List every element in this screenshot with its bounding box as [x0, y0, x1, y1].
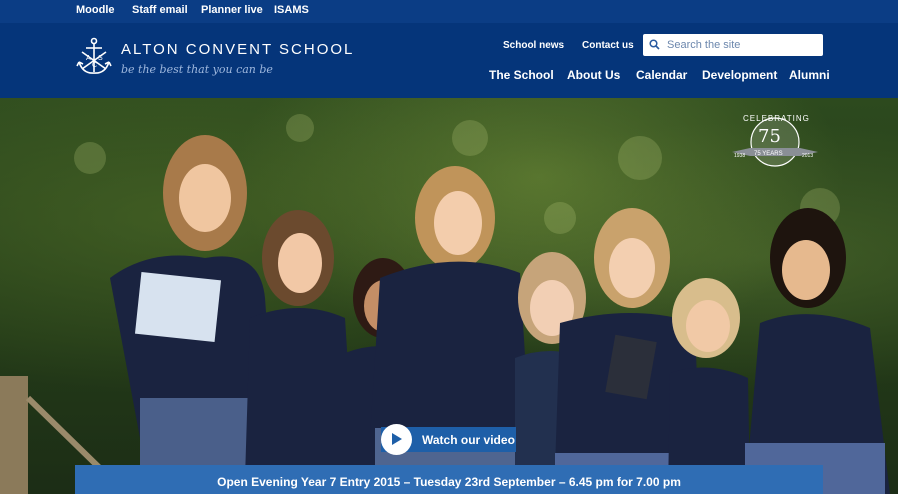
- watch-video-button[interactable]: Watch our video: [381, 424, 516, 455]
- badge-year-end: 2013: [802, 153, 814, 159]
- isams-link[interactable]: ISAMS: [274, 4, 309, 16]
- school-news-link[interactable]: School news: [503, 40, 564, 51]
- school-logo[interactable]: A S C ALTON CONVENT SCHOOL be the best t…: [75, 36, 355, 86]
- anchor-crest-icon: A S C: [76, 37, 112, 74]
- planner-live-link[interactable]: Planner live: [201, 4, 263, 16]
- svg-text:A: A: [86, 55, 91, 62]
- svg-text:C: C: [92, 62, 97, 69]
- search-box[interactable]: [643, 34, 823, 56]
- school-name: ALTON CONVENT SCHOOL: [121, 41, 355, 58]
- play-icon: [381, 424, 412, 455]
- badge-celebrating: CELEBRATING: [743, 114, 810, 123]
- badge-year-start: 1938: [734, 153, 746, 159]
- contact-us-link[interactable]: Contact us: [582, 40, 634, 51]
- event-banner-text: Open Evening Year 7 Entry 2015 – Tuesday…: [217, 475, 681, 489]
- badge-years: 75 YEARS: [754, 151, 783, 157]
- nav-about-us[interactable]: About Us: [567, 68, 620, 82]
- anniversary-badge: CELEBRATING 75 1938 75 YEARS 2013: [730, 112, 820, 172]
- badge-number: 75: [758, 126, 781, 147]
- school-motto: be the best that you can be: [121, 63, 273, 76]
- search-input[interactable]: [665, 36, 819, 54]
- nav-development[interactable]: Development: [702, 68, 777, 82]
- site-header: A S C ALTON CONVENT SCHOOL be the best t…: [0, 23, 898, 98]
- search-icon: [649, 39, 660, 50]
- moodle-link[interactable]: Moodle: [76, 4, 115, 16]
- staff-email-link[interactable]: Staff email: [132, 4, 188, 16]
- nav-the-school[interactable]: The School: [489, 68, 554, 82]
- nav-calendar[interactable]: Calendar: [636, 68, 687, 82]
- top-utility-bar: Moodle Staff email Planner live ISAMS: [0, 0, 898, 23]
- svg-text:S: S: [98, 55, 103, 62]
- hero-image: CELEBRATING 75 1938 75 YEARS 2013 Watch …: [0, 98, 898, 494]
- watch-video-label: Watch our video: [422, 433, 515, 447]
- event-banner[interactable]: Open Evening Year 7 Entry 2015 – Tuesday…: [75, 465, 823, 494]
- nav-alumni[interactable]: Alumni: [789, 68, 830, 82]
